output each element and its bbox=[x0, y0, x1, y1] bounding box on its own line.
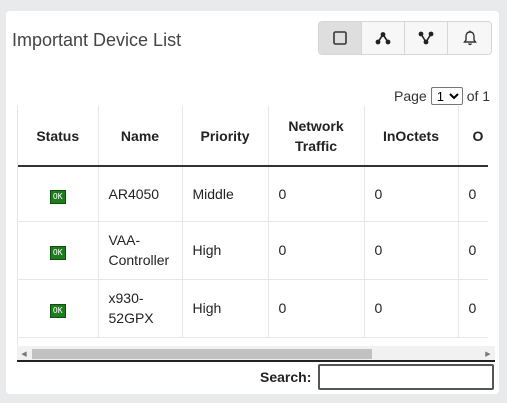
column-header-priority[interactable]: Priority bbox=[182, 106, 269, 167]
network-traffic-cell: 0 bbox=[268, 221, 365, 280]
name-cell: AR4050 bbox=[98, 166, 183, 222]
inoctets-cell: 0 bbox=[364, 221, 459, 280]
network-tree-icon bbox=[375, 32, 391, 45]
column-header-o[interactable]: O bbox=[458, 106, 488, 167]
device-table: Status Name Priority Network Traffic InO… bbox=[18, 106, 488, 338]
square-icon bbox=[333, 31, 347, 45]
device-table-container[interactable]: Status Name Priority Network Traffic InO… bbox=[17, 106, 488, 352]
device-list-panel: Important Device List Page 1 of 1 Status… bbox=[6, 11, 499, 394]
scroll-left-arrow-icon[interactable]: ◀ bbox=[17, 346, 31, 362]
table-row[interactable]: OK AR4050 Middle 0 0 0 bbox=[18, 166, 488, 222]
o-cell: 0 bbox=[458, 279, 488, 338]
square-view-button[interactable] bbox=[319, 22, 362, 54]
horizontal-scrollbar[interactable]: ◀ ▶ bbox=[17, 346, 495, 362]
page-label: Page bbox=[394, 88, 427, 104]
status-cell: OK bbox=[18, 279, 99, 338]
tree-view-button[interactable] bbox=[362, 22, 405, 54]
search-area: Search: bbox=[260, 364, 495, 390]
topology-view-button[interactable] bbox=[405, 22, 448, 54]
name-cell: VAA-Controller bbox=[98, 221, 183, 280]
column-header-name[interactable]: Name bbox=[98, 106, 183, 167]
topology-icon bbox=[418, 31, 434, 45]
table-header-row: Status Name Priority Network Traffic InO… bbox=[18, 106, 488, 167]
priority-cell: Middle bbox=[182, 166, 269, 222]
o-cell: 0 bbox=[458, 221, 488, 280]
view-button-group bbox=[318, 21, 492, 55]
bell-icon bbox=[462, 30, 477, 46]
status-cell: OK bbox=[18, 221, 99, 280]
status-ok-badge: OK bbox=[49, 246, 66, 260]
status-ok-badge: OK bbox=[49, 189, 66, 204]
column-header-network-traffic[interactable]: Network Traffic bbox=[268, 106, 365, 167]
pagination: Page 1 of 1 bbox=[394, 87, 490, 105]
scroll-right-arrow-icon[interactable]: ▶ bbox=[481, 346, 495, 362]
alerts-view-button[interactable] bbox=[448, 22, 491, 54]
column-header-inoctets[interactable]: InOctets bbox=[364, 106, 459, 167]
name-cell: x930-52GPX bbox=[98, 279, 183, 338]
page-total: of 1 bbox=[466, 88, 491, 104]
network-traffic-cell: 0 bbox=[268, 166, 365, 222]
status-ok-badge: OK bbox=[49, 304, 66, 318]
network-traffic-cell: 0 bbox=[268, 279, 365, 338]
table-row[interactable]: OK x930-52GPX High 0 0 0 bbox=[18, 279, 488, 338]
page-select[interactable]: 1 bbox=[430, 87, 463, 105]
search-input[interactable] bbox=[318, 364, 495, 390]
priority-cell: High bbox=[182, 279, 269, 338]
inoctets-cell: 0 bbox=[364, 279, 459, 338]
inoctets-cell: 0 bbox=[364, 166, 459, 222]
scrollbar-thumb[interactable] bbox=[32, 349, 372, 359]
panel-title: Important Device List bbox=[12, 30, 182, 50]
table-row[interactable]: OK VAA-Controller High 0 0 0 bbox=[18, 221, 488, 280]
o-cell: 0 bbox=[458, 166, 488, 222]
status-cell: OK bbox=[18, 166, 99, 222]
priority-cell: High bbox=[182, 221, 269, 280]
search-label: Search: bbox=[260, 369, 312, 385]
column-header-status[interactable]: Status bbox=[18, 106, 99, 167]
